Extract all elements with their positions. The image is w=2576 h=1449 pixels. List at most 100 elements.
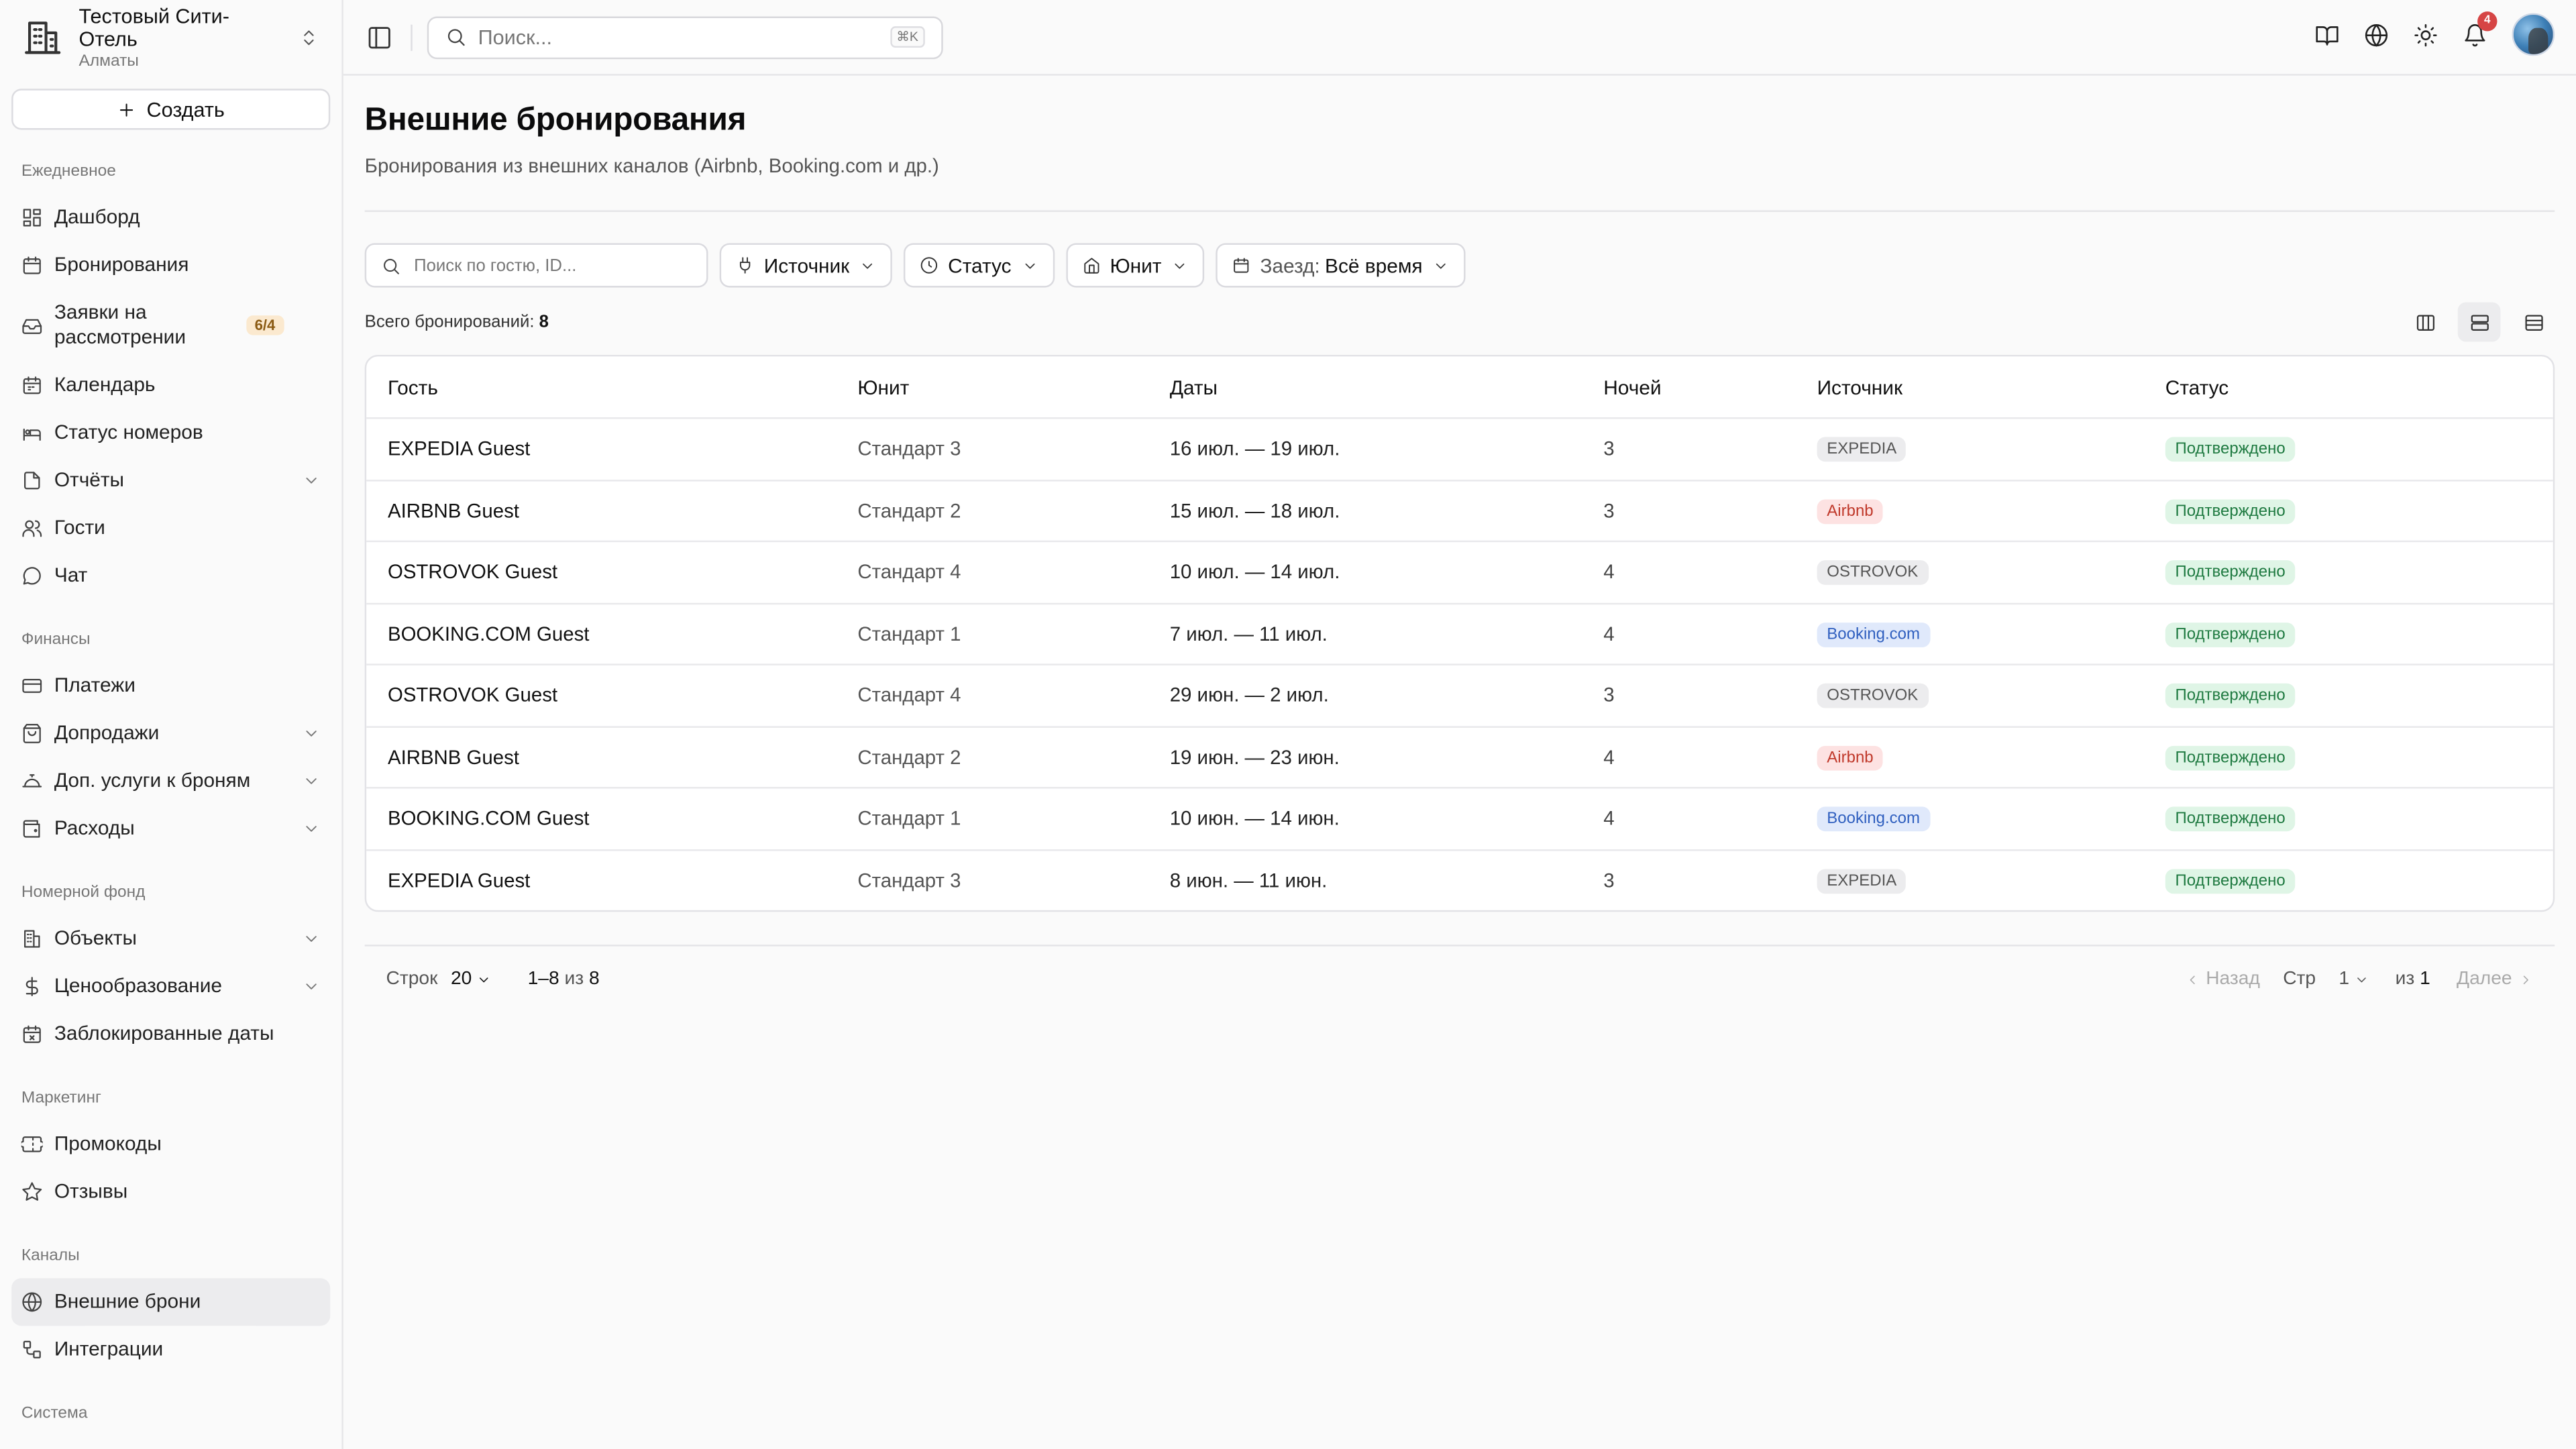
chevron-down-icon <box>1436 262 1446 268</box>
sidebar-item-guests[interactable]: Гости <box>0 504 341 552</box>
search-placeholder: Поиск... <box>478 25 553 49</box>
sidebar-item-room-status[interactable]: Статус номеров <box>0 409 341 457</box>
checkin-filter-label: Заезд: <box>1260 254 1320 277</box>
sidebar-item-extra-services[interactable]: Доп. услуги к броням <box>0 757 341 805</box>
table-row[interactable]: AIRBNB Guest Стандарт 2 15 июл. — 18 июл… <box>366 478 2553 541</box>
nights-cell: 3 <box>1603 437 1615 461</box>
sidebar-item-requests[interactable]: Заявки на рассмотрении 6/4 <box>0 289 341 362</box>
page-subtitle: Бронирования из внешних каналов (Airbnb,… <box>364 154 939 178</box>
notifications-button[interactable]: 4 <box>2463 10 2498 47</box>
next-page-button[interactable]: Далее <box>2457 969 2533 989</box>
sidebar-item-label: Интеграции <box>54 1337 164 1360</box>
source-filter-button[interactable]: Источник <box>719 243 892 288</box>
search-shortcut: ⌘K <box>890 26 925 48</box>
chevron-down-icon <box>306 826 317 832</box>
sidebar-item-promo[interactable]: Промокоды <box>0 1120 341 1168</box>
table-row[interactable]: BOOKING.COM Guest Стандарт 1 10 июн. — 1… <box>366 787 2553 849</box>
plug-icon <box>739 257 751 274</box>
nights-cell: 3 <box>1603 868 1615 892</box>
status-filter-button[interactable]: Статус <box>904 243 1055 288</box>
comfortable-view-button[interactable] <box>2457 302 2501 342</box>
table-row[interactable]: EXPEDIA Guest Стандарт 3 16 июл. — 19 ию… <box>366 417 2553 479</box>
status-cell: Подтверждено <box>2165 621 2553 647</box>
table-row[interactable]: OSTROVOK Guest Стандарт 4 29 июн. — 2 ию… <box>366 663 2553 725</box>
prev-page-button[interactable]: Назад <box>2184 969 2260 989</box>
sidebar-item-integrations[interactable]: Интеграции <box>0 1326 341 1373</box>
sidebar-item-reports[interactable]: Отчёты <box>0 457 341 504</box>
column-header-status[interactable]: Статус <box>2165 376 2553 398</box>
sidebar-item-label: Объекты <box>54 926 137 950</box>
page-select[interactable]: 1 <box>2339 969 2369 989</box>
column-header-unit[interactable]: Юнит <box>857 376 1169 398</box>
sidebar-item-chat[interactable]: Чат <box>0 552 341 600</box>
compact-view-button[interactable] <box>2512 303 2555 342</box>
unit-filter-button[interactable]: Юнит <box>1065 243 1205 288</box>
columns-icon <box>2416 314 2434 330</box>
source-badge: OSTROVOK <box>1817 684 1928 709</box>
sidebar-item-label: Отзывы <box>54 1179 128 1203</box>
table-row[interactable]: AIRBNB Guest Стандарт 2 19 июн. — 23 июн… <box>366 725 2553 787</box>
sidebar-item-payments[interactable]: Платежи <box>0 662 341 710</box>
sidebar-item-label: Платежи <box>54 674 136 697</box>
sidebar-item-expenses[interactable]: Расходы <box>0 805 341 853</box>
dates-cell: 10 июн. — 14 июн. <box>1169 807 1340 830</box>
checkin-filter-value: Всё время <box>1325 254 1423 277</box>
chevron-down-icon <box>1024 262 1034 268</box>
source-badge: Airbnb <box>1817 745 1884 770</box>
sidebar-item-dashboard[interactable]: Дашборд <box>0 194 341 241</box>
source-cell: Booking.com <box>1817 621 2165 647</box>
sidebar-item-calendar[interactable]: Календарь <box>0 362 341 409</box>
guest-cell: AIRBNB Guest <box>387 498 519 523</box>
sidebar-item-reviews[interactable]: Отзывы <box>0 1168 341 1216</box>
sidebar-item-upsells[interactable]: Допродажи <box>0 710 341 757</box>
inbox-icon <box>22 318 42 333</box>
avatar[interactable] <box>2512 13 2555 56</box>
pager-left: Строк 20 1–8 из 8 <box>386 969 600 989</box>
range-total: 8 <box>588 969 600 989</box>
sidebar-toggle-icon[interactable] <box>366 24 392 50</box>
checkin-filter-button[interactable]: Заезд: Всё время <box>1216 243 1466 288</box>
rows-per-page-select[interactable]: 20 <box>451 969 492 989</box>
guest-cell: BOOKING.COM Guest <box>387 622 590 645</box>
column-header-source[interactable]: Источник <box>1817 376 2165 398</box>
columns-view-button[interactable] <box>2404 303 2447 342</box>
rows-per-page-label: Строк <box>386 969 438 989</box>
home-icon <box>1083 258 1099 274</box>
sidebar-item-pricing[interactable]: Ценообразование <box>0 963 341 1010</box>
source-cell: EXPEDIA <box>1817 436 2165 462</box>
column-header-dates[interactable]: Даты <box>1170 376 1604 398</box>
sidebar-item-bookings[interactable]: Бронирования <box>0 241 341 289</box>
hotel-switcher[interactable]: Тестовый Сити-Отель Алматы <box>0 0 341 76</box>
sidebar-item-blocked-dates[interactable]: Заблокированные даты <box>0 1010 341 1058</box>
sidebar: Тестовый Сити-Отель Алматы Создать Ежедн… <box>0 0 343 1449</box>
source-cell: OSTROVOK <box>1817 682 2165 709</box>
column-header-nights[interactable]: Ночей <box>1603 376 1817 398</box>
status-cell: Подтверждено <box>2165 867 2553 894</box>
page-label: Стр <box>2283 969 2316 989</box>
search-icon <box>384 258 399 274</box>
table-row[interactable]: BOOKING.COM Guest Стандарт 1 7 июл. — 11… <box>366 602 2553 664</box>
sidebar-item-label: Внешние брони <box>54 1289 201 1313</box>
book-open-icon[interactable] <box>2315 22 2340 47</box>
concierge-bell-icon <box>22 774 42 788</box>
table-row[interactable]: OSTROVOK Guest Стандарт 4 10 июл. — 14 и… <box>366 540 2553 602</box>
global-search-input[interactable]: Поиск... ⌘K <box>427 15 943 58</box>
source-badge: Airbnb <box>1817 498 1884 524</box>
range-info: 1–8 из 8 <box>528 969 600 989</box>
sidebar-item-properties[interactable]: Объекты <box>0 915 341 963</box>
unit-cell: Стандарт 2 <box>857 498 961 523</box>
source-cell: EXPEDIA <box>1817 867 2165 894</box>
dates-cell: 10 июл. — 14 июл. <box>1169 560 1340 584</box>
sidebar-item-label: Чат <box>54 564 88 587</box>
list-rows-icon <box>2524 314 2542 330</box>
sun-icon[interactable] <box>2414 22 2438 47</box>
sidebar-item-label: Расходы <box>54 816 135 840</box>
column-header-guest[interactable]: Гость <box>366 376 857 398</box>
source-badge: EXPEDIA <box>1817 868 1907 894</box>
create-button[interactable]: Создать <box>11 89 331 130</box>
sidebar-item-external-bookings[interactable]: Внешние брони <box>11 1278 331 1326</box>
table-row[interactable]: EXPEDIA Guest Стандарт 3 8 июн. — 11 июн… <box>366 848 2553 910</box>
globe-language-icon[interactable] <box>2364 22 2389 47</box>
bookings-search-input[interactable]: Поиск по гостю, ID... <box>364 243 708 288</box>
unit-cell: Стандарт 2 <box>857 745 961 769</box>
